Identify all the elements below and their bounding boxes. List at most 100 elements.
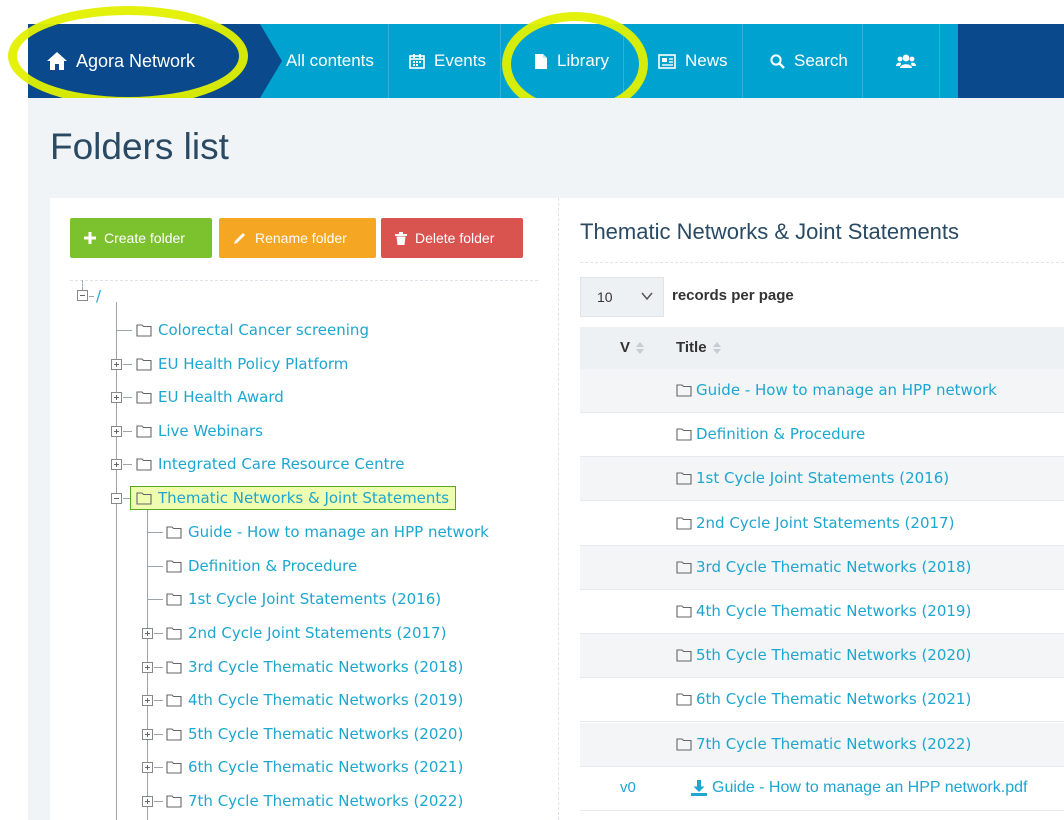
tree-folder-node[interactable]: EU Health Award — [136, 386, 284, 408]
contents-table-header: V Title — [580, 327, 1064, 369]
tree-root-collapse-toggle[interactable] — [77, 290, 88, 301]
tree-connector — [123, 464, 132, 466]
table-row: 1st Cycle Joint Statements (2016) — [580, 457, 1064, 502]
column-version-header[interactable]: V — [620, 339, 645, 356]
tree-folder-node[interactable]: EU Health Policy Platform — [136, 353, 348, 375]
tree-folder-label: EU Health Award — [158, 388, 284, 407]
home-icon — [47, 52, 67, 70]
tree-connector — [148, 532, 163, 534]
tree-folder-label: EU Health Policy Platform — [158, 354, 349, 373]
tree-folder-node[interactable]: Live Webinars — [136, 420, 263, 442]
tree-root-line-top — [82, 280, 83, 290]
nav-search[interactable]: Search — [756, 24, 863, 98]
tree-expand-toggle[interactable] — [142, 795, 153, 807]
tree-expand-toggle[interactable] — [142, 695, 153, 707]
page-title: Folders list — [50, 126, 229, 167]
tree-connector — [148, 565, 163, 567]
tree-connector — [123, 397, 132, 399]
folder-icon — [166, 795, 182, 808]
folder-icon — [136, 425, 152, 438]
tree-expand-toggle[interactable] — [111, 358, 122, 370]
tree-expand-toggle[interactable] — [142, 762, 153, 774]
page-size-select[interactable]: 10 — [580, 277, 664, 317]
tree-connector — [154, 733, 163, 735]
delete-folder-label: Delete folder — [415, 230, 495, 246]
tree-expand-toggle[interactable] — [142, 728, 153, 740]
folder-icon — [166, 694, 182, 707]
tree-connector — [123, 363, 132, 365]
pencil-icon — [234, 233, 245, 244]
folder-link[interactable]: Guide - How to manage an HPP network — [676, 381, 997, 399]
folder-icon — [676, 428, 692, 441]
tree-subfolder-node[interactable]: 7th Cycle Thematic Networks (2022) — [166, 790, 463, 812]
tree-folder-label: 3rd Cycle Thematic Networks (2018) — [188, 657, 464, 676]
folder-link[interactable]: 7th Cycle Thematic Networks (2022) — [676, 735, 971, 753]
tree-connector — [154, 767, 163, 769]
tree-expand-toggle[interactable] — [142, 627, 153, 639]
folder-icon — [166, 728, 182, 741]
row-title: 4th Cycle Thematic Networks (2019) — [696, 602, 972, 620]
rename-folder-label: Rename folder — [255, 230, 347, 246]
row-title: 5th Cycle Thematic Networks (2020) — [696, 646, 972, 665]
tree-folder-label: 2nd Cycle Joint Statements (2017) — [188, 623, 447, 642]
tree-expand-toggle[interactable] — [111, 392, 122, 404]
folder-icon — [166, 660, 182, 674]
tree-subfolder-node[interactable]: 4th Cycle Thematic Networks (2019) — [166, 689, 463, 711]
folder-link[interactable]: 5th Cycle Thematic Networks (2020) — [676, 646, 971, 664]
folder-link[interactable]: 3rd Cycle Thematic Networks (2018) — [676, 558, 971, 576]
toolbar-separator — [70, 280, 538, 281]
nav-users[interactable] — [882, 24, 940, 98]
row-title: 1st Cycle Joint Statements (2016) — [696, 469, 950, 488]
tree-subfolder-node[interactable]: Guide - How to manage an HPP network — [166, 521, 489, 543]
row-title: Guide - How to manage an HPP network.pdf — [712, 778, 1028, 796]
chevron-down-icon — [641, 292, 653, 301]
tree-expand-toggle[interactable] — [111, 425, 122, 437]
folder-icon — [676, 693, 692, 706]
tree-subfolder-node[interactable]: 6th Cycle Thematic Networks (2021) — [166, 756, 463, 778]
folder-icon — [166, 560, 182, 573]
tree-root[interactable]: / — [96, 285, 101, 307]
delete-folder-button[interactable]: Delete folder — [381, 218, 523, 258]
nav-news[interactable]: News — [644, 24, 743, 98]
table-row: v0 Guide - How to manage an HPP network.p… — [580, 767, 1064, 811]
top-navbar: Agora Network All contents Events Librar… — [28, 24, 1064, 98]
nav-library[interactable]: Library — [520, 24, 624, 98]
tree-expand-toggle[interactable] — [111, 459, 122, 471]
column-title-header[interactable]: Title — [676, 339, 721, 356]
rename-folder-button[interactable]: Rename folder — [219, 218, 376, 258]
tree-folder-node[interactable]: Thematic Networks & Joint Statements — [129, 486, 457, 510]
tree-connector — [123, 430, 132, 432]
tree-folder-node[interactable]: Colorectal Cancer screening — [136, 319, 369, 341]
tree-subfolder-node[interactable]: 3rd Cycle Thematic Networks (2018) — [166, 656, 463, 678]
folder-icon — [676, 649, 692, 662]
column-title-label: Title — [676, 339, 707, 356]
nav-events[interactable]: Events — [395, 24, 501, 98]
tree-folder-label: Integrated Care Resource Centre — [158, 455, 405, 474]
tree-folder-label: 5th Cycle Thematic Networks (2020) — [188, 724, 464, 743]
folder-contents-separator — [580, 262, 1064, 263]
tree-root-connector — [89, 296, 94, 297]
navbar-right-area — [958, 24, 1064, 98]
folder-icon — [136, 492, 152, 505]
brand-link[interactable]: Agora Network — [28, 24, 260, 98]
tree-subfolder-node[interactable]: 5th Cycle Thematic Networks (2020) — [166, 723, 463, 745]
tree-collapse-toggle[interactable] — [111, 493, 122, 504]
tree-subfolder-node[interactable]: 1st Cycle Joint Statements (2016) — [166, 588, 441, 610]
tree-subfolder-node[interactable]: Definition & Procedure — [166, 555, 357, 577]
column-version-label: V — [620, 339, 631, 356]
nav-all-contents[interactable]: All contents — [272, 24, 389, 98]
folder-link[interactable]: 6th Cycle Thematic Networks (2021) — [676, 690, 971, 708]
table-row: 3rd Cycle Thematic Networks (2018) — [580, 545, 1064, 590]
tree-folder-node[interactable]: Integrated Care Resource Centre — [136, 453, 405, 475]
folder-link[interactable]: Definition & Procedure — [676, 425, 865, 443]
folder-link[interactable]: 4th Cycle Thematic Networks (2019) — [676, 602, 971, 620]
tree-folder-label: 6th Cycle Thematic Networks (2021) — [188, 758, 464, 777]
tree-trunk-line — [116, 302, 117, 820]
tree-subfolder-node[interactable]: 2nd Cycle Joint Statements (2017) — [166, 622, 446, 644]
tree-expand-toggle[interactable] — [142, 661, 153, 673]
file-download-link[interactable]: Guide - How to manage an HPP network.pdf — [690, 779, 1027, 797]
folder-link[interactable]: 2nd Cycle Joint Statements (2017) — [676, 514, 954, 532]
tree-folder-label: Colorectal Cancer screening — [158, 321, 369, 339]
create-folder-button[interactable]: Create folder — [70, 218, 212, 258]
folder-link[interactable]: 1st Cycle Joint Statements (2016) — [676, 469, 949, 487]
